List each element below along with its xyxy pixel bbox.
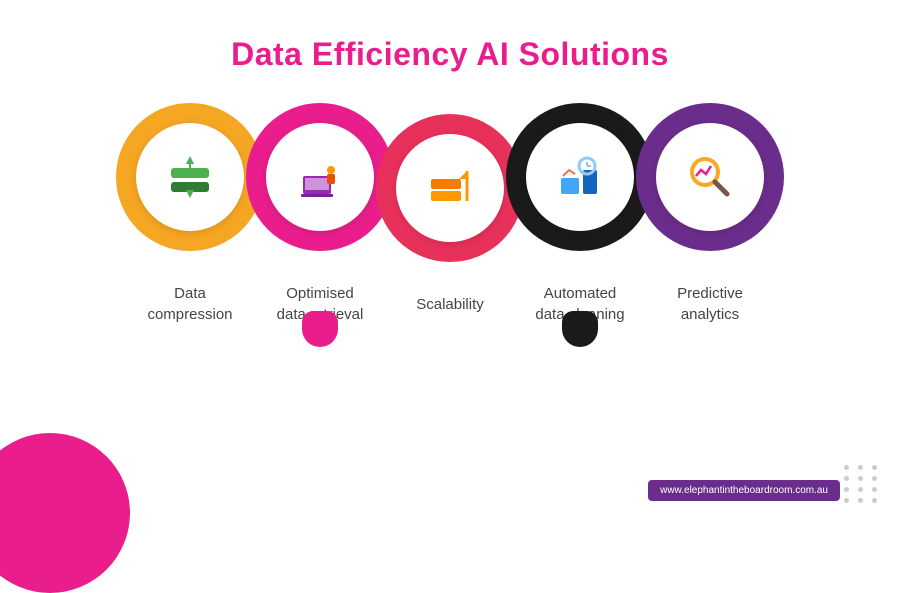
- circle-inner-retrieval: [266, 123, 374, 231]
- circle-item-retrieval: Optimiseddata retrieval: [246, 103, 394, 325]
- label-analytics: Predictiveanalytics: [650, 283, 770, 325]
- circle-retrieval: [246, 103, 394, 251]
- dot: [858, 498, 863, 503]
- scalability-icon: [423, 161, 477, 215]
- analytics-icon: [683, 150, 737, 204]
- circle-inner-scalability: [396, 134, 504, 242]
- circle-item-compression: Datacompression: [116, 103, 264, 325]
- circle-inner-cleaning: [526, 123, 634, 231]
- label-retrieval: Optimiseddata retrieval: [260, 283, 380, 325]
- circle-cleaning: [506, 103, 654, 251]
- dot: [858, 487, 863, 492]
- circle-compression: [116, 103, 264, 251]
- circle-analytics: [636, 103, 784, 251]
- dot: [858, 465, 863, 470]
- label-scalability: Scalability: [390, 294, 510, 315]
- dot: [844, 476, 849, 481]
- dot: [872, 476, 877, 481]
- dot: [872, 498, 877, 503]
- retrieval-icon: [293, 150, 347, 204]
- decorative-circle-bottom-left: [0, 433, 130, 593]
- circle-item-cleaning: Automateddata cleaning: [506, 103, 654, 325]
- page-container: Data Efficiency AI Solutions Data: [0, 0, 900, 563]
- dot: [858, 476, 863, 481]
- circle-inner-compression: [136, 123, 244, 231]
- circle-item-scalability: Scalability: [376, 114, 524, 315]
- cleaning-icon: [553, 150, 607, 204]
- circle-scalability: [376, 114, 524, 262]
- circles-row: Datacompression Optimiseddata retrieval: [0, 103, 900, 325]
- circle-item-analytics: Predictiveanalytics: [636, 103, 784, 325]
- compression-icon: [163, 150, 217, 204]
- dot: [844, 487, 849, 492]
- dot: [844, 498, 849, 503]
- circle-inner-analytics: [656, 123, 764, 231]
- dot: [872, 487, 877, 492]
- page-title: Data Efficiency AI Solutions: [0, 0, 900, 73]
- dots-grid: [844, 465, 880, 503]
- label-compression: Datacompression: [130, 283, 250, 325]
- dot: [872, 465, 877, 470]
- website-badge: www.elephantintheboardroom.com.au: [648, 480, 840, 501]
- label-cleaning: Automateddata cleaning: [520, 283, 640, 325]
- dot: [844, 465, 849, 470]
